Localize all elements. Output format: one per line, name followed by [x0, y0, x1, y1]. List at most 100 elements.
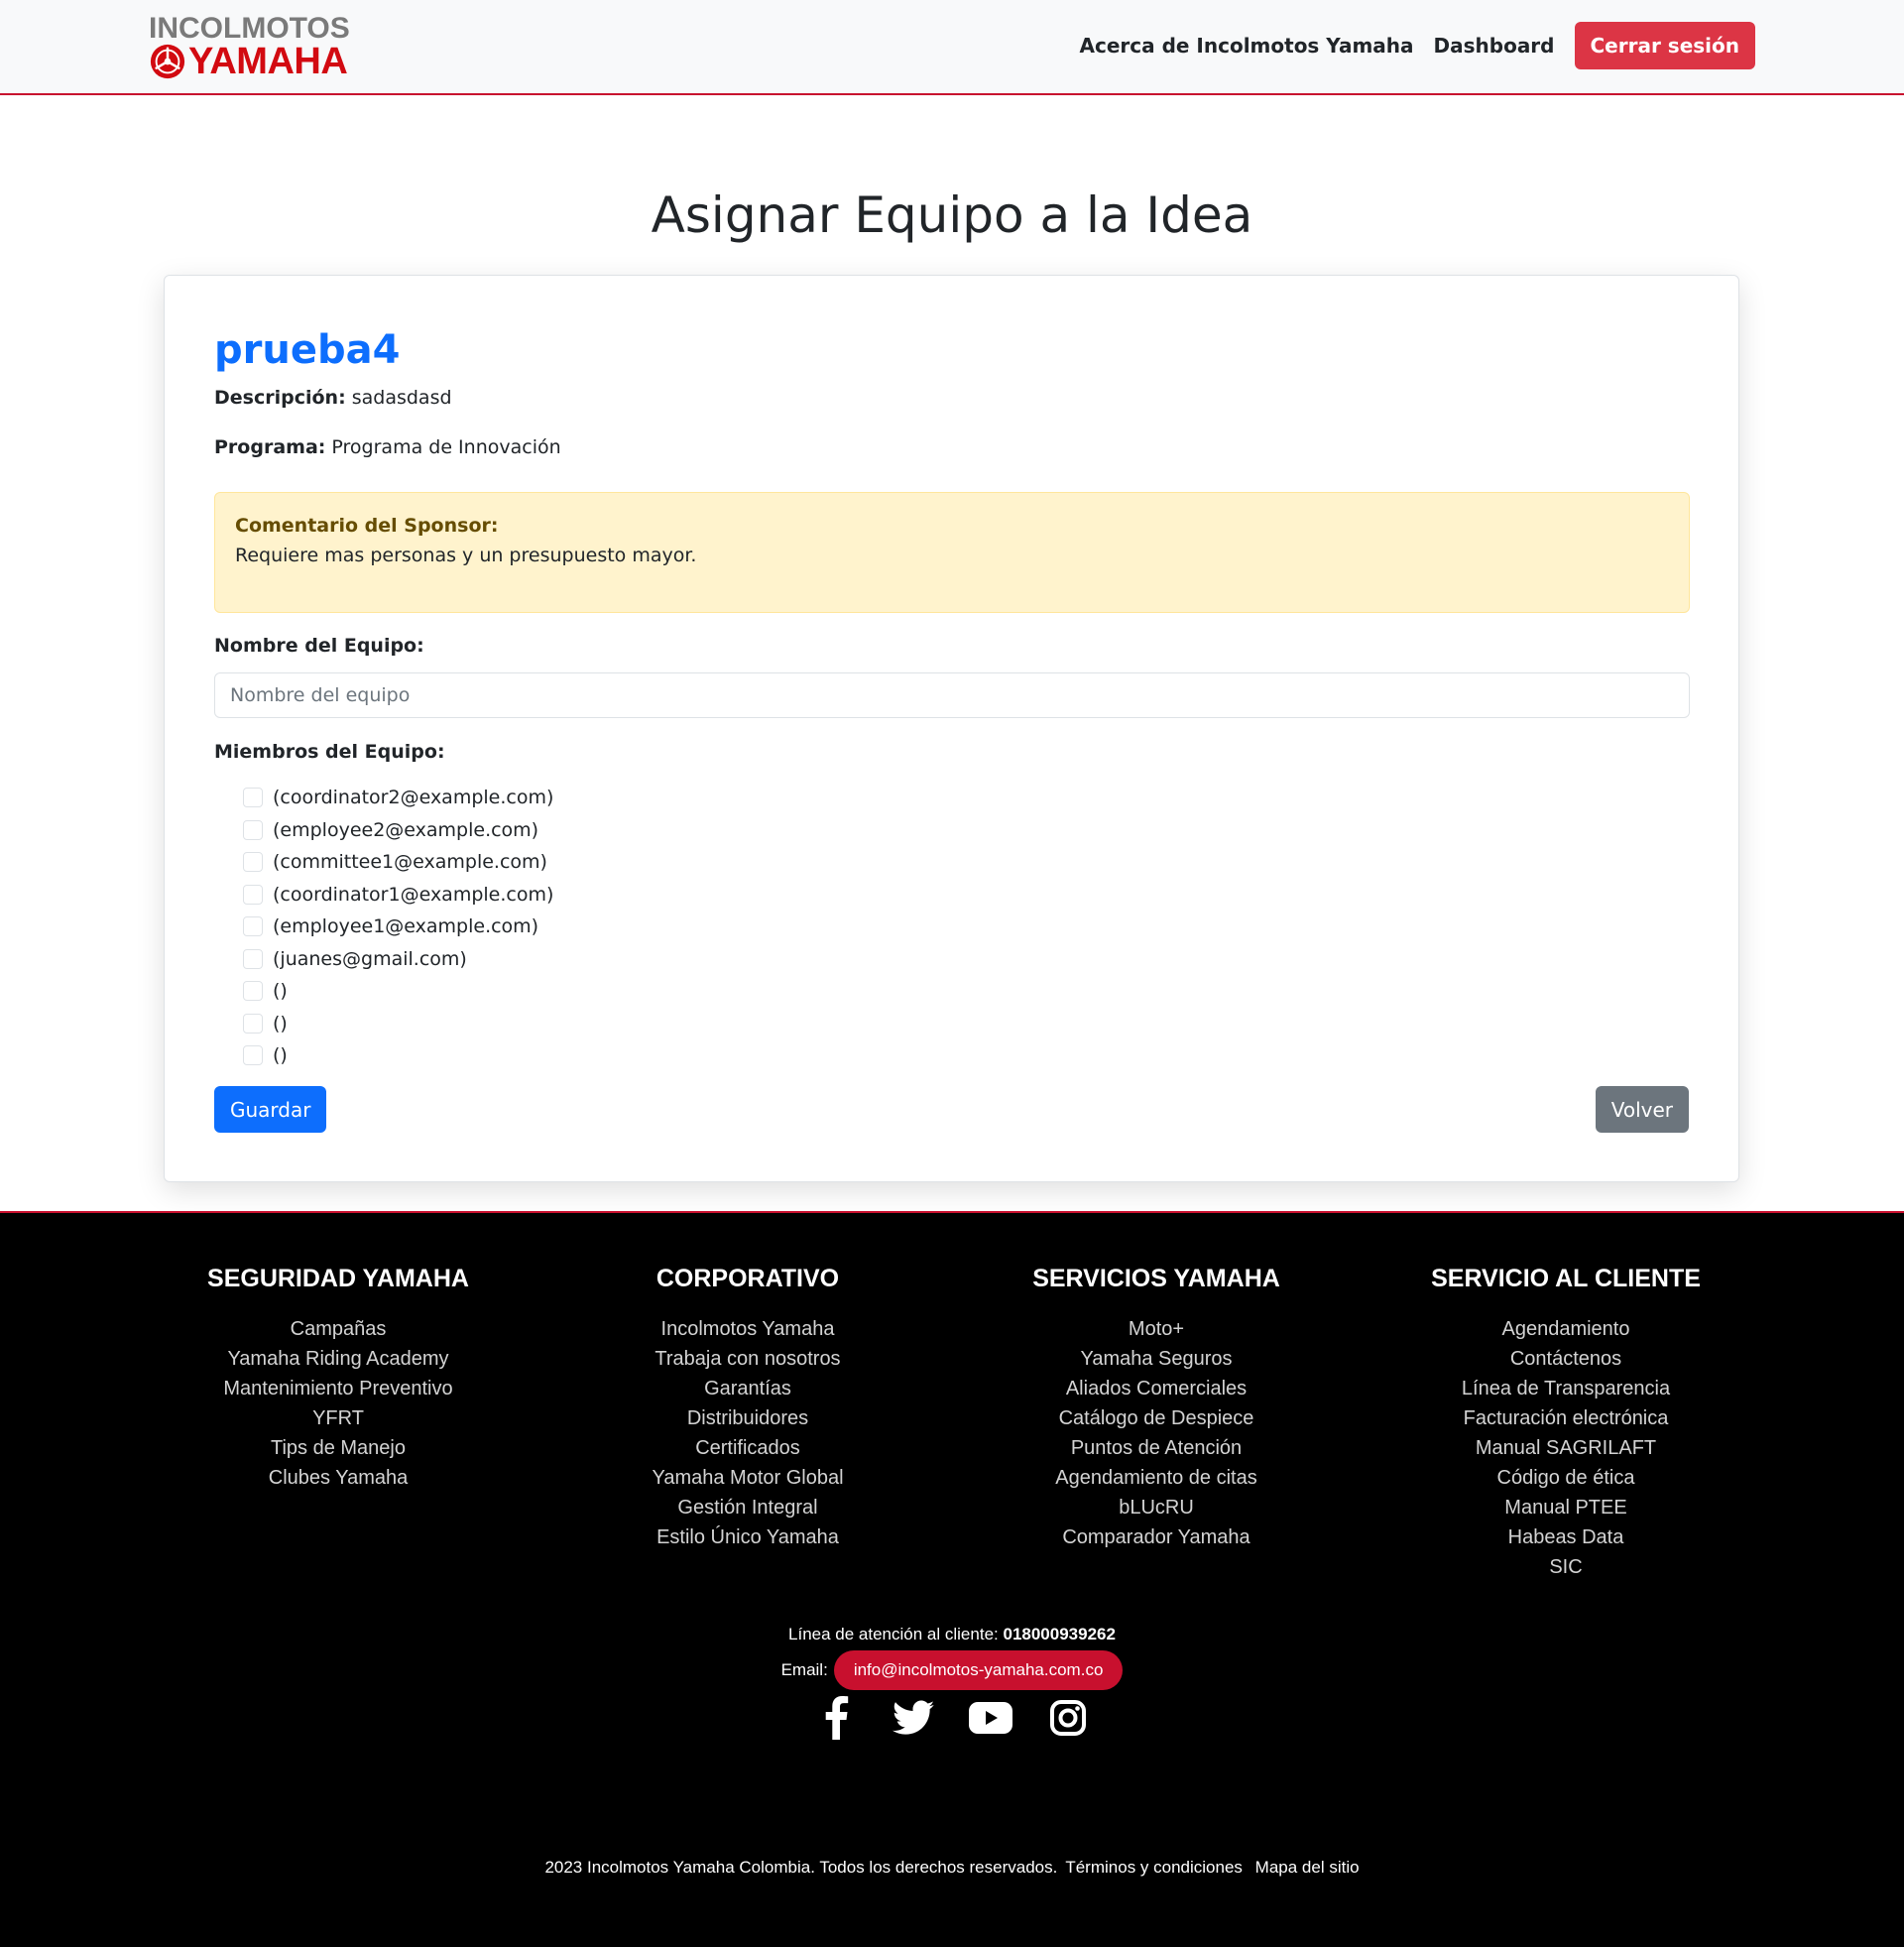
member-label[interactable]: (coordinator1@example.com) [273, 884, 553, 906]
footer-link[interactable]: Puntos de Atención [958, 1433, 1355, 1463]
footer-link[interactable]: Manual PTEE [1368, 1493, 1764, 1522]
footer-link[interactable]: Línea de Transparencia [1368, 1374, 1764, 1403]
footer-link[interactable]: Comparador Yamaha [958, 1522, 1355, 1552]
footer-link[interactable]: Código de ética [1368, 1463, 1764, 1493]
member-checkbox[interactable] [243, 819, 263, 840]
twitter-icon[interactable] [892, 1696, 935, 1740]
assign-team-card: prueba4 Descripción: sadasdasd Programa:… [164, 275, 1739, 1182]
team-name-label: Nombre del Equipo: [214, 635, 424, 657]
program-value: Programa de Innovación [331, 436, 561, 458]
footer-column-seguridad: SEGURIDAD YAMAHA Campañas Yamaha Riding … [140, 1263, 536, 1493]
back-button[interactable]: Volver [1595, 1086, 1689, 1133]
logout-button[interactable]: Cerrar sesión [1574, 22, 1755, 69]
facebook-icon[interactable] [814, 1696, 858, 1740]
team-name-input[interactable] [214, 672, 1690, 718]
member-option[interactable]: () [243, 975, 553, 1008]
footer-link[interactable]: Facturación electrónica [1368, 1403, 1764, 1433]
idea-description: Descripción: sadasdasd [214, 385, 452, 411]
description-label: Descripción: [214, 387, 346, 409]
footer-column-title: SERVICIO AL CLIENTE [1431, 1265, 1701, 1292]
phone-number[interactable]: 018000939262 [1003, 1625, 1115, 1643]
footer-link[interactable]: Campañas [140, 1314, 536, 1344]
member-label[interactable]: (coordinator2@example.com) [273, 787, 553, 808]
team-members-label: Miembros del Equipo: [214, 741, 445, 763]
incolmotos-yamaha-logo[interactable]: INCOLMOTOS YAMAHA [149, 14, 350, 81]
member-label[interactable]: () [273, 980, 288, 1002]
logo-incolmotos-text: INCOLMOTOS [149, 12, 350, 45]
save-button[interactable]: Guardar [214, 1086, 327, 1133]
member-label[interactable]: (employee1@example.com) [273, 915, 538, 937]
footer-link[interactable]: Certificados [549, 1433, 946, 1463]
instagram-icon[interactable] [1046, 1696, 1090, 1740]
footer-link[interactable]: Agendamiento [1368, 1314, 1764, 1344]
footer-link[interactable]: Incolmotos Yamaha [549, 1314, 946, 1344]
footer-link[interactable]: Habeas Data [1368, 1522, 1764, 1552]
member-label[interactable]: (committee1@example.com) [273, 851, 547, 873]
member-checkbox[interactable] [243, 981, 263, 1002]
footer-link[interactable]: Yamaha Motor Global [549, 1463, 946, 1493]
main-nav: Acerca de Incolmotos Yamaha Dashboard Ce… [1080, 22, 1755, 69]
footer-link[interactable]: Yamaha Seguros [958, 1344, 1355, 1374]
member-option[interactable]: (coordinator1@example.com) [243, 879, 553, 912]
member-option[interactable]: () [243, 1039, 553, 1072]
terms-link[interactable]: Términos y condiciones [1065, 1858, 1243, 1877]
member-option[interactable]: (employee2@example.com) [243, 814, 553, 847]
member-option[interactable]: (juanes@gmail.com) [243, 943, 553, 976]
footer-link[interactable]: Manual SAGRILAFT [1368, 1433, 1764, 1463]
footer-column-title: SERVICIOS YAMAHA [1032, 1265, 1280, 1292]
footer-link[interactable]: Tips de Manejo [140, 1433, 536, 1463]
yamaha-tuning-fork-icon [150, 44, 185, 79]
logo-yamaha-text: YAMAHA [188, 41, 348, 82]
social-links [0, 1696, 1904, 1740]
copyright-line: 2023 Incolmotos Yamaha Colombia. Todos l… [0, 1858, 1904, 1878]
email-row: Email: info@incolmotos-yamaha.com.co [0, 1650, 1904, 1690]
nav-link-dashboard[interactable]: Dashboard [1434, 34, 1555, 58]
youtube-icon[interactable] [969, 1696, 1012, 1740]
footer-link[interactable]: Yamaha Riding Academy [140, 1344, 536, 1374]
member-checkbox[interactable] [243, 852, 263, 873]
customer-service-line: Línea de atención al cliente: 0180009392… [0, 1625, 1904, 1644]
member-label[interactable]: () [273, 1044, 288, 1066]
footer-link[interactable]: Gestión Integral [549, 1493, 946, 1522]
footer-link[interactable]: Clubes Yamaha [140, 1463, 536, 1493]
footer-link[interactable]: YFRT [140, 1403, 536, 1433]
footer-column-title: SEGURIDAD YAMAHA [207, 1265, 469, 1292]
footer-links: Moto+ Yamaha Seguros Aliados Comerciales… [958, 1314, 1355, 1552]
member-checkbox[interactable] [243, 1045, 263, 1066]
footer-link[interactable]: Distribuidores [549, 1403, 946, 1433]
footer-link[interactable]: Agendamiento de citas [958, 1463, 1355, 1493]
idea-title: prueba4 [214, 327, 401, 373]
footer-link[interactable]: bLUcRU [958, 1493, 1355, 1522]
footer-link[interactable]: Mantenimiento Preventivo [140, 1374, 536, 1403]
member-checkbox[interactable] [243, 1013, 263, 1034]
nav-link-about[interactable]: Acerca de Incolmotos Yamaha [1080, 34, 1414, 58]
footer-link[interactable]: Estilo Único Yamaha [549, 1522, 946, 1552]
member-option[interactable]: () [243, 1008, 553, 1040]
member-checkbox[interactable] [243, 884, 263, 905]
member-option[interactable]: (employee1@example.com) [243, 911, 553, 943]
member-option[interactable]: (committee1@example.com) [243, 846, 553, 879]
footer-link[interactable]: Garantías [549, 1374, 946, 1403]
member-checkbox[interactable] [243, 948, 263, 969]
footer-link[interactable]: Catálogo de Despiece [958, 1403, 1355, 1433]
footer-link[interactable]: Trabaja con nosotros [549, 1344, 946, 1374]
member-label[interactable]: () [273, 1013, 288, 1034]
email-link[interactable]: info@incolmotos-yamaha.com.co [833, 1650, 1124, 1690]
page-title: Asignar Equipo a la Idea [651, 186, 1253, 244]
program-label: Programa: [214, 436, 326, 458]
member-label[interactable]: (employee2@example.com) [273, 819, 538, 841]
footer-link[interactable]: Aliados Comerciales [958, 1374, 1355, 1403]
member-checkbox[interactable] [243, 788, 263, 808]
member-label[interactable]: (juanes@gmail.com) [273, 948, 467, 970]
footer-link[interactable]: Moto+ [958, 1314, 1355, 1344]
sponsor-comment-alert: Comentario del Sponsor: Requiere mas per… [214, 492, 1690, 613]
footer-column-servicios: SERVICIOS YAMAHA Moto+ Yamaha Seguros Al… [958, 1263, 1355, 1552]
footer-link[interactable]: Contáctenos [1368, 1344, 1764, 1374]
phone-label: Línea de atención al cliente: [788, 1625, 999, 1643]
footer-column-title: CORPORATIVO [655, 1265, 840, 1292]
footer-link[interactable]: SIC [1368, 1552, 1764, 1582]
member-option[interactable]: (coordinator2@example.com) [243, 782, 553, 814]
sitemap-link[interactable]: Mapa del sitio [1255, 1858, 1360, 1877]
member-checkbox[interactable] [243, 916, 263, 937]
description-value: sadasdasd [351, 387, 452, 409]
